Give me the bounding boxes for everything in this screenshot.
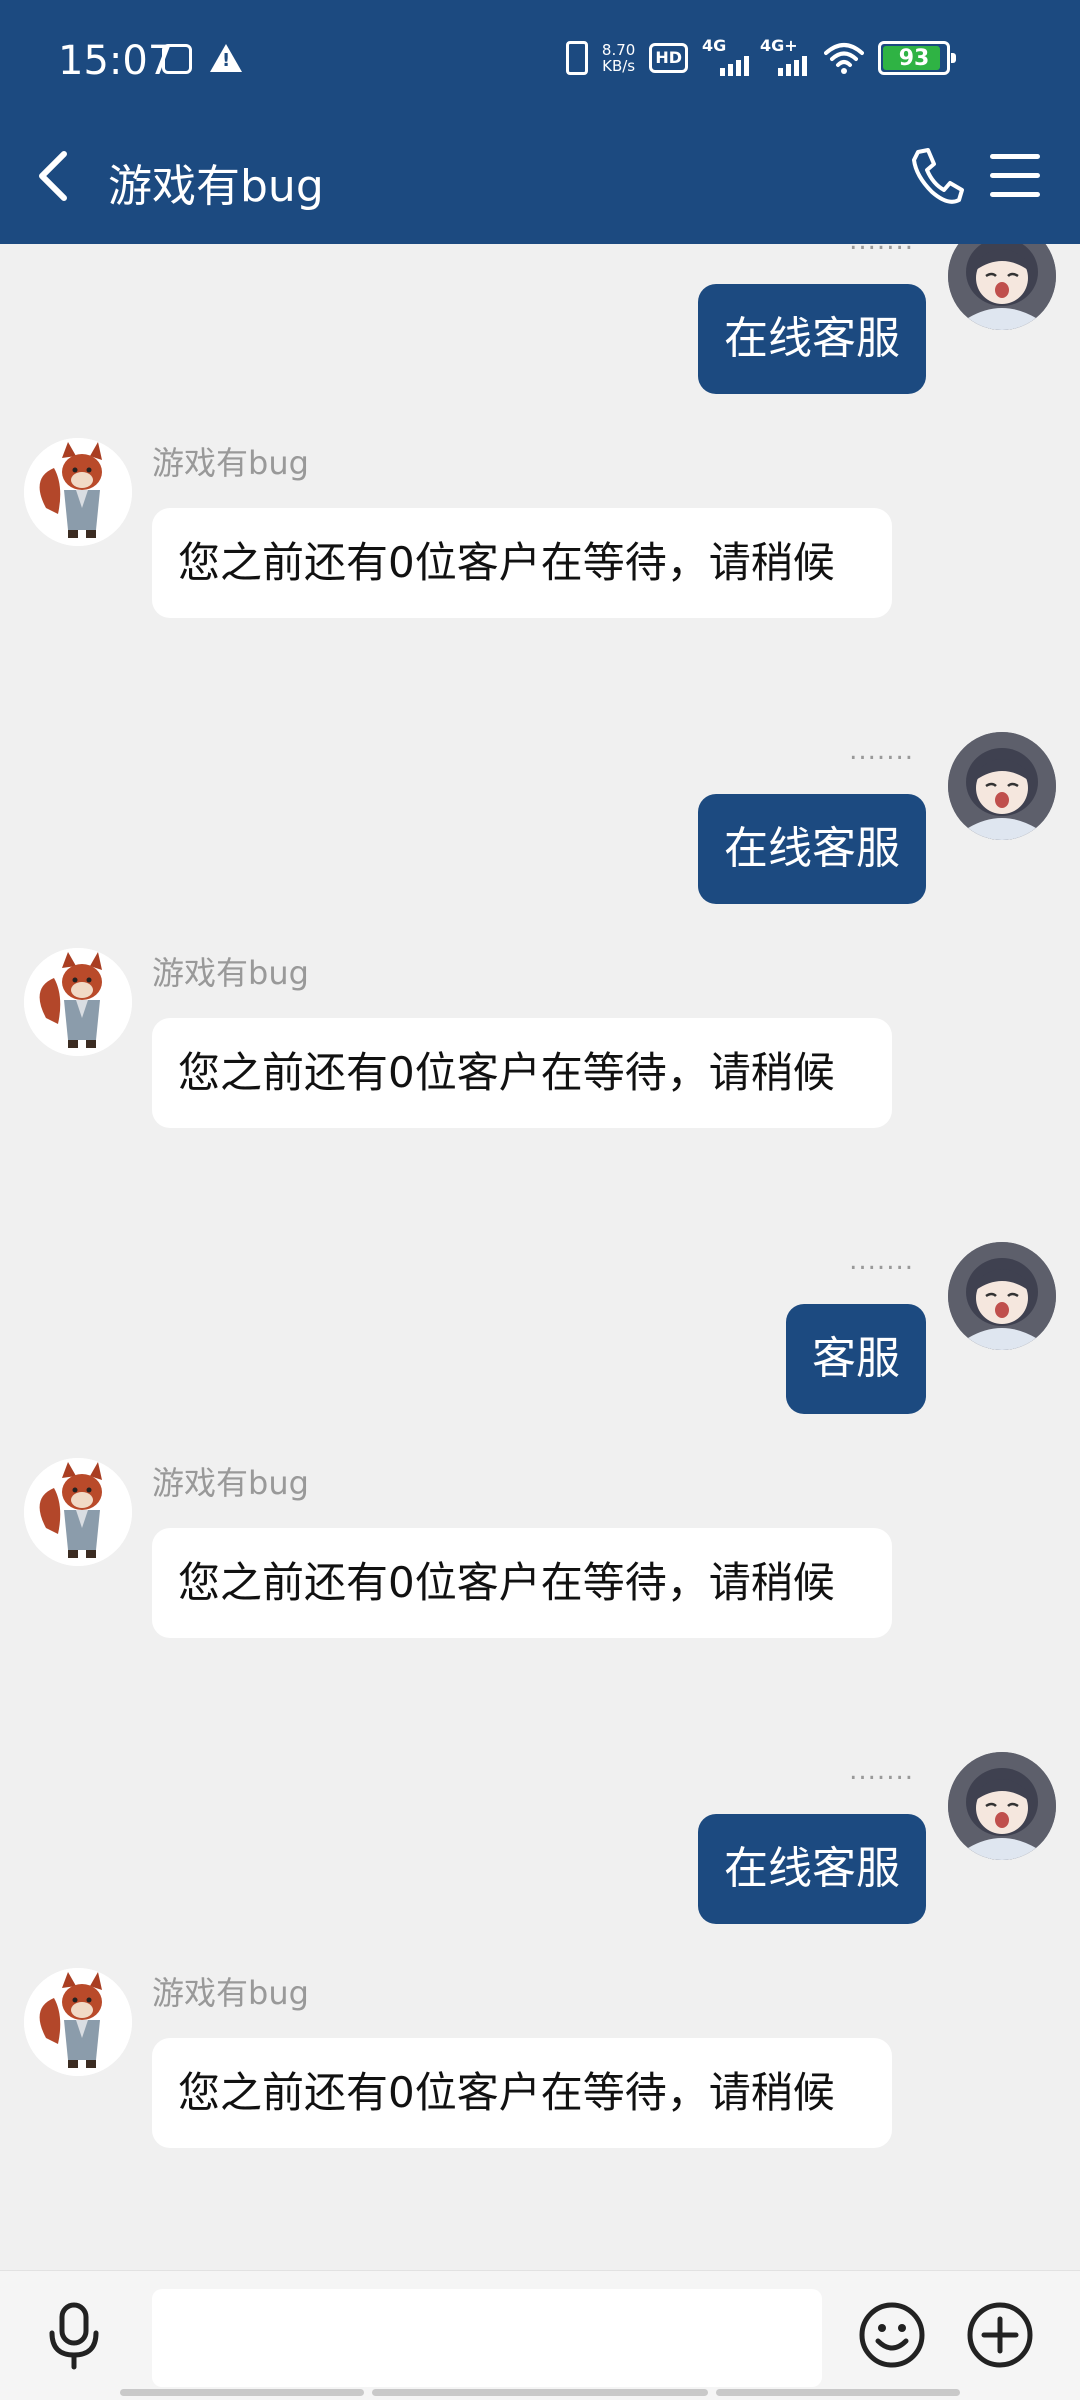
bot-avatar[interactable] — [24, 1458, 132, 1566]
sent-message: ....... 在线客服 — [0, 244, 1080, 412]
chat-messages[interactable]: .......在线客服游戏有bug您之前还有0位客户在等待，请稍候.......… — [0, 244, 1080, 2270]
wifi-icon — [824, 43, 864, 74]
message-input[interactable] — [152, 2289, 822, 2387]
user-avatar[interactable] — [948, 732, 1056, 840]
message-status: ....... — [849, 1246, 914, 1276]
sent-message-bubble[interactable]: 客服 — [786, 1304, 926, 1414]
received-message: 游戏有bug 您之前还有0位客户在等待，请稍候 — [0, 948, 1080, 1218]
sent-message: ....... 客服 — [0, 1242, 1080, 1432]
sent-message: ....... 在线客服 — [0, 1752, 1080, 1942]
bot-avatar[interactable] — [24, 438, 132, 546]
status-right-icons: 8.70 KB/s HD 4G 4G+ 93 — [565, 36, 956, 76]
input-bar — [0, 2270, 1080, 2400]
status-notification-icons — [162, 44, 242, 74]
microphone-icon[interactable] — [44, 2301, 104, 2371]
received-message-bubble[interactable]: 您之前还有0位客户在等待，请稍候 — [152, 1018, 892, 1128]
warning-icon — [210, 44, 242, 72]
notification-app-icon — [162, 44, 192, 74]
vibrate-icon — [565, 41, 588, 75]
message-status: ....... — [849, 736, 914, 766]
smiley-icon[interactable] — [858, 2301, 926, 2369]
sent-message-bubble[interactable]: 在线客服 — [698, 1814, 926, 1924]
message-status: ....... — [849, 244, 914, 256]
received-message-bubble[interactable]: 您之前还有0位客户在等待，请稍候 — [152, 2038, 892, 2148]
sender-name: 游戏有bug — [152, 444, 309, 482]
user-avatar[interactable] — [948, 244, 1056, 330]
bot-avatar[interactable] — [24, 1968, 132, 2076]
top-bar: 15:07 8.70 KB/s HD 4G 4G+ 93 — [0, 0, 1080, 244]
network-speed: 8.70 KB/s — [601, 41, 636, 75]
hamburger-menu-icon[interactable] — [990, 154, 1040, 198]
message-status: ....... — [849, 1756, 914, 1786]
received-message: 游戏有bug 您之前还有0位客户在等待，请稍候 — [0, 1458, 1080, 1728]
received-message: 游戏有bug 您之前还有0位客户在等待，请稍候 — [0, 1968, 1080, 2238]
system-navigation-bar — [0, 2387, 1080, 2400]
user-avatar[interactable] — [948, 1752, 1056, 1860]
sent-message-bubble[interactable]: 在线客服 — [698, 284, 926, 394]
sender-name: 游戏有bug — [152, 1974, 309, 2012]
sent-message-bubble[interactable]: 在线客服 — [698, 794, 926, 904]
sent-message: ....... 在线客服 — [0, 732, 1080, 922]
signal-sim2-icon: 4G+ — [760, 36, 810, 76]
received-message: 游戏有bug 您之前还有0位客户在等待，请稍候 — [0, 438, 1080, 708]
signal-sim1-icon: 4G — [702, 36, 749, 76]
bot-avatar[interactable] — [24, 948, 132, 1056]
sender-name: 游戏有bug — [152, 954, 309, 992]
received-message-bubble[interactable]: 您之前还有0位客户在等待，请稍候 — [152, 508, 892, 618]
battery-icon: 93 — [878, 41, 956, 75]
plus-circle-icon[interactable] — [966, 2301, 1034, 2369]
chat-title: 游戏有bug — [108, 161, 324, 212]
received-message-bubble[interactable]: 您之前还有0位客户在等待，请稍候 — [152, 1528, 892, 1638]
phone-icon[interactable] — [908, 146, 964, 206]
chevron-left-icon[interactable] — [30, 148, 80, 204]
hd-voice-icon: HD — [649, 43, 688, 73]
sender-name: 游戏有bug — [152, 1464, 309, 1502]
user-avatar[interactable] — [948, 1242, 1056, 1350]
status-time: 15:07 — [58, 38, 174, 84]
